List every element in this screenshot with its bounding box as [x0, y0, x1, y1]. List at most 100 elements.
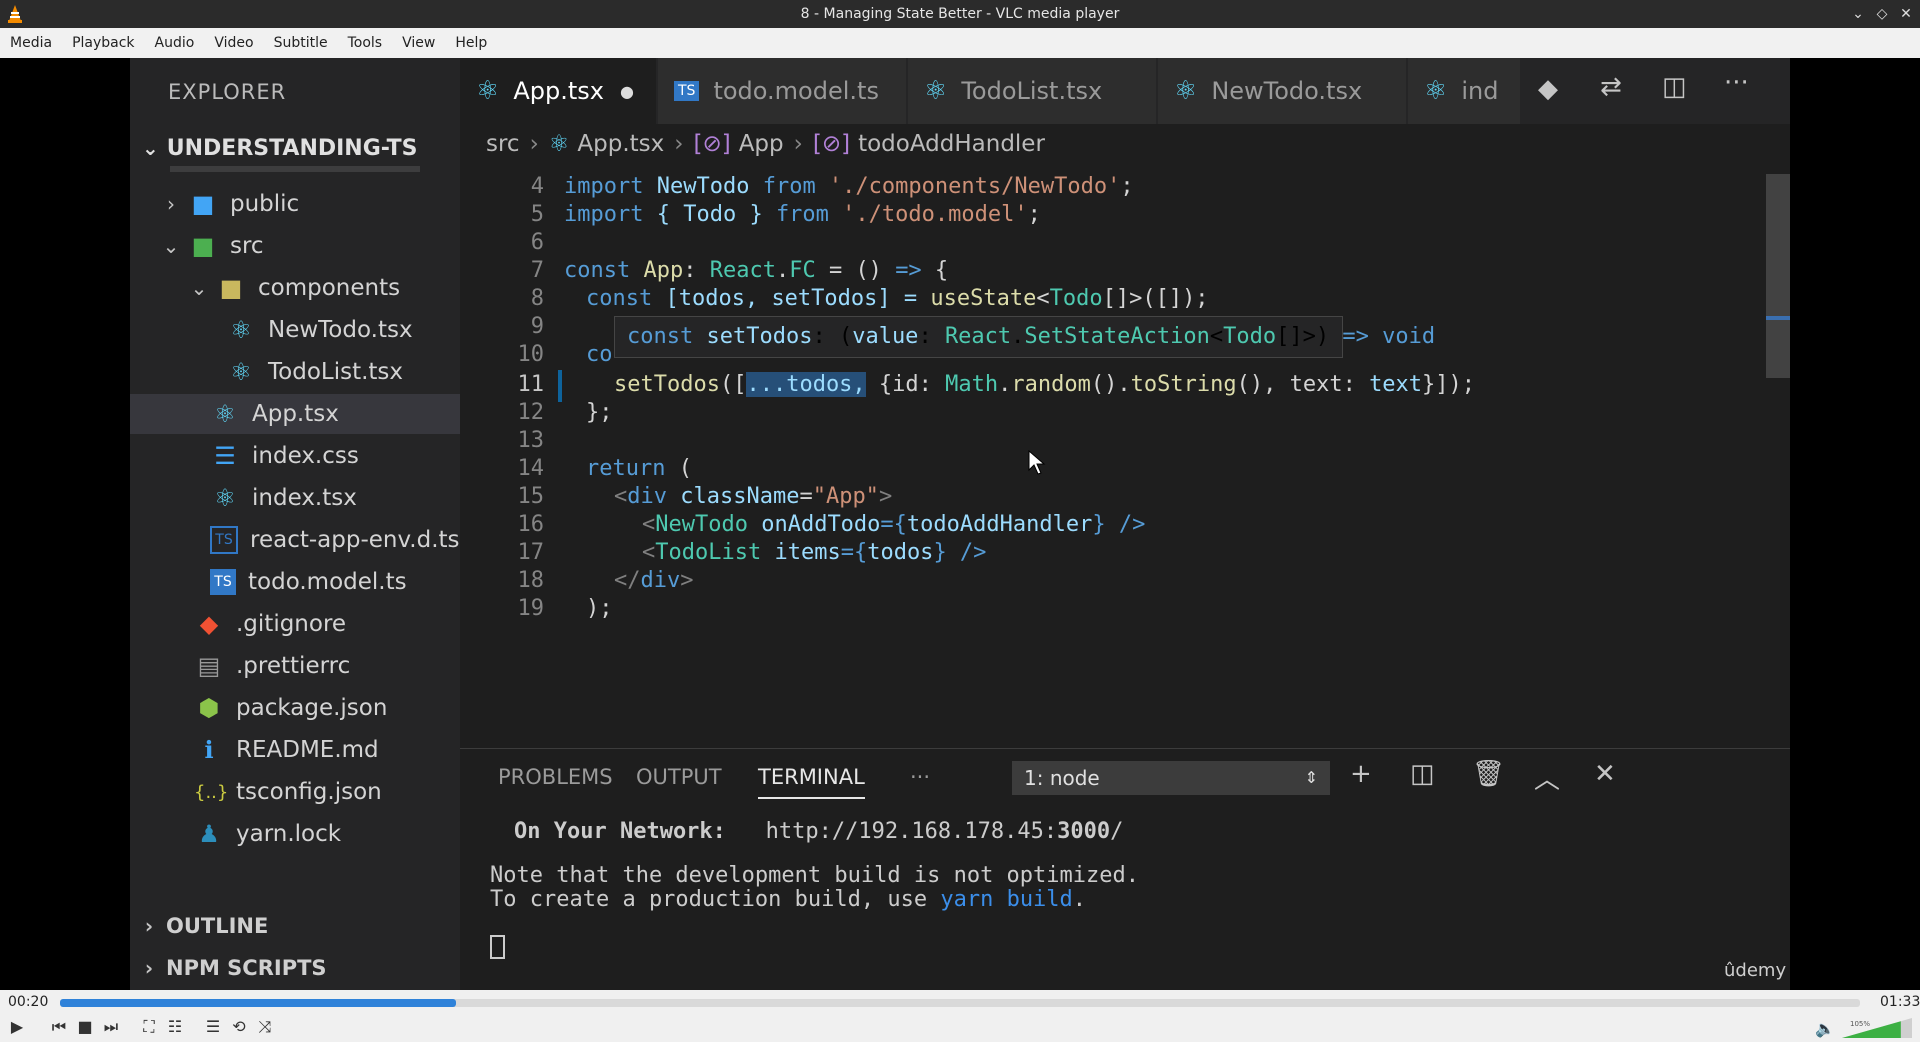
split-terminal-icon[interactable]: ◫	[1410, 759, 1435, 789]
breadcrumb-app[interactable]: App	[739, 131, 784, 157]
tab-problems[interactable]: PROBLEMS	[498, 765, 613, 789]
code-line: <div className="App">	[614, 484, 893, 509]
code-line: import NewTodo from './components/NewTod…	[564, 174, 1134, 199]
line-number: 16	[517, 512, 545, 537]
tab-todo-model[interactable]: TS todo.model.ts	[658, 58, 906, 124]
menu-view[interactable]: View	[392, 35, 445, 51]
new-terminal-icon[interactable]: +	[1350, 759, 1372, 789]
menu-video[interactable]: Video	[204, 35, 263, 51]
elapsed-time: 00:20	[8, 994, 49, 1010]
tab-newtodo[interactable]: ⚛ NewTodo.tsx	[1158, 58, 1406, 124]
minimize-icon[interactable]: ⌄	[1848, 4, 1868, 24]
breadcrumb: src › ⚛ App.tsx › [⊘] App › [⊘] todoAddH…	[460, 124, 1790, 164]
react-icon: ⚛	[1424, 76, 1448, 106]
compare-changes-icon[interactable]: ⇄	[1600, 72, 1622, 102]
tree-item-label: react-app-env.d.ts	[250, 527, 460, 553]
menu-subtitle[interactable]: Subtitle	[264, 35, 338, 51]
tree-item-label: TodoList.tsx	[268, 359, 404, 385]
yarn-icon: ♟	[198, 820, 220, 848]
tab-output[interactable]: OUTPUT	[636, 765, 722, 789]
line-number: 10	[517, 342, 545, 367]
tab-app-tsx[interactable]: ⚛ App.tsx ●	[460, 58, 656, 124]
tree-item-components[interactable]: ⌄ ■ components	[188, 268, 401, 308]
play-icon[interactable]: ▶	[6, 1016, 28, 1038]
tree-item-gitignore[interactable]: ◆ .gitignore	[194, 604, 346, 644]
stop-icon[interactable]: ■	[74, 1016, 96, 1038]
tree-item-index-css[interactable]: ☰ index.css	[210, 436, 359, 476]
tree-item-label: index.css	[252, 443, 359, 469]
terminal-line: Note that the development build is not o…	[490, 863, 1140, 888]
tab-label: TodoList.tsx	[961, 77, 1103, 105]
fullscreen-icon[interactable]: ⛶	[138, 1016, 160, 1038]
split-editor-icon[interactable]: ◫	[1662, 72, 1687, 102]
tree-item-todo-model[interactable]: TS todo.model.ts	[210, 562, 407, 602]
menu-help[interactable]: Help	[445, 35, 497, 51]
playlist-icon[interactable]: ☰	[202, 1016, 224, 1038]
project-root[interactable]: ⌄ UNDERSTANDING-TS	[130, 128, 460, 168]
npm-scripts-section[interactable]: › NPM SCRIPTS	[138, 948, 327, 988]
volume-slider[interactable]: 105%	[1842, 1018, 1912, 1038]
chevron-right-icon: ›	[144, 914, 154, 938]
project-name: UNDERSTANDING-TS	[166, 135, 418, 161]
tree-item-public[interactable]: › ■ public	[160, 184, 299, 224]
seek-bar[interactable]	[60, 999, 1860, 1007]
chevron-right-icon: ›	[529, 131, 539, 157]
previous-icon[interactable]: ⏮	[48, 1016, 70, 1038]
react-icon: ⚛	[230, 316, 252, 344]
menu-playback[interactable]: Playback	[62, 35, 144, 51]
tree-item-readme[interactable]: ℹ README.md	[194, 730, 378, 770]
mouse-cursor-icon	[1028, 450, 1046, 475]
close-panel-icon[interactable]: ✕	[1594, 759, 1616, 789]
code-editor[interactable]: 4 5 6 7 8 9 10 11 12 13 14 15 16 17 18 1…	[460, 164, 1790, 814]
editor-tab-bar: ⚛ App.tsx ● TS todo.model.ts ⚛ TodoList.…	[460, 58, 1790, 124]
line-number: 4	[530, 174, 544, 199]
editor-scrollbar[interactable]	[1766, 174, 1790, 378]
video-area[interactable]: EXPLORER ⌄ UNDERSTANDING-TS › ■ public ⌄…	[0, 58, 1920, 990]
tab-terminal[interactable]: TERMINAL	[758, 765, 865, 799]
tree-item-yarn-lock[interactable]: ♟ yarn.lock	[194, 814, 341, 854]
outline-label: OUTLINE	[166, 914, 269, 938]
breadcrumb-src[interactable]: src	[486, 131, 520, 157]
tab-todolist[interactable]: ⚛ TodoList.tsx	[908, 58, 1156, 124]
code-line: import { Todo } from './todo.model';	[564, 202, 1041, 227]
close-icon[interactable]: ✕	[1896, 4, 1916, 24]
extended-settings-icon[interactable]: ☷	[164, 1016, 186, 1038]
tree-item-newtodo[interactable]: ⚛ NewTodo.tsx	[226, 310, 412, 350]
menu-audio[interactable]: Audio	[145, 35, 205, 51]
menu-tools[interactable]: Tools	[338, 35, 393, 51]
tab-index[interactable]: ⚛ ind	[1408, 58, 1520, 124]
menu-media[interactable]: Media	[0, 35, 62, 51]
tree-item-react-app-env[interactable]: TS react-app-env.d.ts	[210, 520, 460, 560]
line-number: 15	[517, 484, 545, 509]
more-actions-icon[interactable]: ···	[1724, 68, 1749, 98]
breadcrumb-file[interactable]: App.tsx	[577, 131, 664, 157]
tree-item-prettierrc[interactable]: ▤ .prettierrc	[194, 646, 351, 686]
tree-item-package-json[interactable]: ⬢ package.json	[194, 688, 388, 728]
terminal-selector[interactable]: 1: node ⇕	[1012, 761, 1330, 795]
shuffle-icon[interactable]: ⤨	[254, 1016, 276, 1038]
maximize-icon[interactable]: ◇	[1872, 4, 1892, 24]
code-line: const App: React.FC = () => {	[564, 258, 949, 283]
loop-icon[interactable]: ⟲	[228, 1016, 250, 1038]
chevron-right-icon: ›	[167, 192, 175, 216]
terminal-cursor	[490, 935, 505, 959]
react-icon: ⚛	[214, 484, 236, 512]
tree-item-todolist[interactable]: ⚛ TodoList.tsx	[226, 352, 403, 392]
nodejs-icon: ⬢	[198, 694, 220, 722]
tree-item-index-tsx[interactable]: ⚛ index.tsx	[210, 478, 357, 518]
chevron-up-icon[interactable]: ︿	[1534, 759, 1560, 796]
git-icon: ◆	[199, 610, 219, 638]
json-braces-icon: {..}	[194, 781, 229, 803]
trash-icon[interactable]: 🗑	[1472, 759, 1505, 789]
outline-section[interactable]: › OUTLINE	[138, 906, 268, 946]
tree-item-tsconfig[interactable]: {..} tsconfig.json	[194, 772, 382, 812]
tree-item-app[interactable]: ⚛ App.tsx	[130, 394, 460, 434]
speaker-icon[interactable]: 🔈	[1814, 1018, 1836, 1040]
unsaved-dot-icon[interactable]: ●	[620, 82, 634, 101]
tree-item-src[interactable]: ⌄ ■ src	[160, 226, 264, 266]
breadcrumb-handler[interactable]: todoAddHandler	[858, 131, 1045, 157]
scroll-marker	[1766, 316, 1790, 320]
panel-more-icon[interactable]: ···	[910, 765, 930, 789]
git-diff-icon[interactable]: ◆	[1538, 74, 1558, 104]
next-icon[interactable]: ⏭	[100, 1016, 122, 1038]
